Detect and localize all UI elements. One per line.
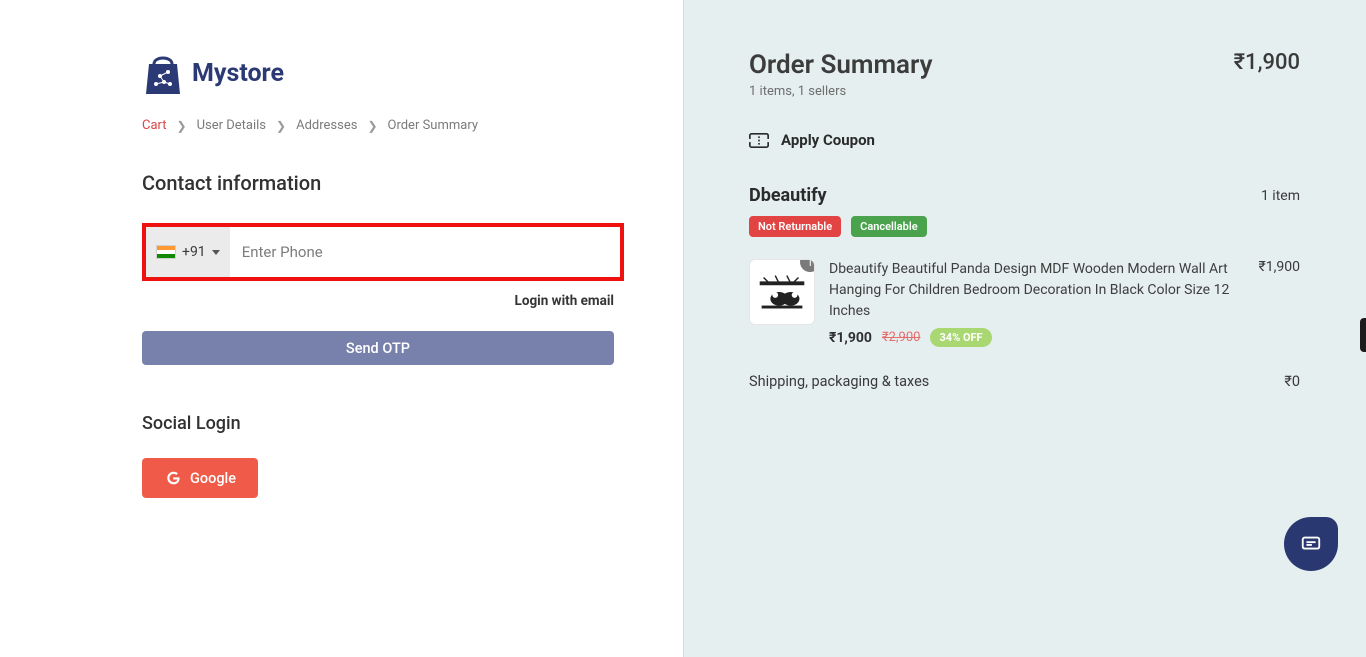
- contact-heading: Contact information: [142, 171, 683, 195]
- line-total: ₹1,900: [1259, 259, 1300, 347]
- chevron-right-icon: ❯: [367, 119, 377, 133]
- price-original: ₹2,900: [882, 330, 921, 345]
- badge-cancellable: Cancellable: [851, 216, 927, 237]
- breadcrumb-cart[interactable]: Cart: [142, 118, 167, 133]
- chevron-right-icon: ❯: [276, 119, 286, 133]
- send-otp-button[interactable]: Send OTP: [142, 331, 614, 365]
- coupon-label: Apply Coupon: [781, 131, 875, 149]
- price-current: ₹1,900: [829, 330, 872, 346]
- breadcrumb-order-summary[interactable]: Order Summary: [388, 118, 479, 133]
- google-icon: [164, 469, 182, 487]
- breadcrumb-addresses[interactable]: Addresses: [296, 118, 357, 133]
- chevron-down-icon: [212, 250, 220, 255]
- order-total: ₹1,900: [1234, 50, 1300, 75]
- chat-icon: [1300, 533, 1322, 555]
- phone-input-group: +91: [142, 223, 624, 281]
- chat-fab[interactable]: [1284, 517, 1338, 571]
- seller-name: Dbeautify: [749, 185, 827, 206]
- product-title[interactable]: Dbeautify Beautiful Panda Design MDF Woo…: [829, 259, 1245, 322]
- order-summary-title: Order Summary: [749, 50, 933, 80]
- apply-coupon-button[interactable]: Apply Coupon: [749, 131, 1300, 149]
- seller-badges: Not Returnable Cancellable: [749, 216, 1300, 237]
- google-login-button[interactable]: Google: [142, 458, 258, 498]
- seller-item-count: 1 item: [1261, 188, 1300, 204]
- order-summary-sub: 1 items, 1 sellers: [749, 84, 933, 99]
- side-feedback-tab[interactable]: [1360, 318, 1366, 352]
- chevron-right-icon: ❯: [177, 119, 187, 133]
- shipping-label: Shipping, packaging & taxes: [749, 373, 929, 390]
- social-login-heading: Social Login: [142, 413, 683, 434]
- badge-not-returnable: Not Returnable: [749, 216, 841, 237]
- country-code: +91: [182, 244, 206, 260]
- login-with-email-link[interactable]: Login with email: [142, 293, 614, 309]
- coupon-icon: [749, 133, 769, 148]
- bag-icon: [142, 50, 184, 96]
- discount-badge: 34% OFF: [930, 328, 991, 347]
- store-logo[interactable]: Mystore: [142, 50, 683, 96]
- product-thumbnail[interactable]: 1: [749, 259, 815, 325]
- cart-item: 1 Dbeautify Beautiful Panda Design MDF W…: [749, 259, 1300, 347]
- phone-input[interactable]: [230, 227, 620, 277]
- logo-text: Mystore: [192, 59, 284, 88]
- breadcrumb: Cart ❯ User Details ❯ Addresses ❯ Order …: [142, 118, 683, 133]
- country-code-selector[interactable]: +91: [146, 227, 230, 277]
- breadcrumb-user-details[interactable]: User Details: [197, 118, 266, 133]
- india-flag-icon: [156, 245, 176, 259]
- shipping-value: ₹0: [1284, 373, 1300, 390]
- google-label: Google: [190, 470, 236, 487]
